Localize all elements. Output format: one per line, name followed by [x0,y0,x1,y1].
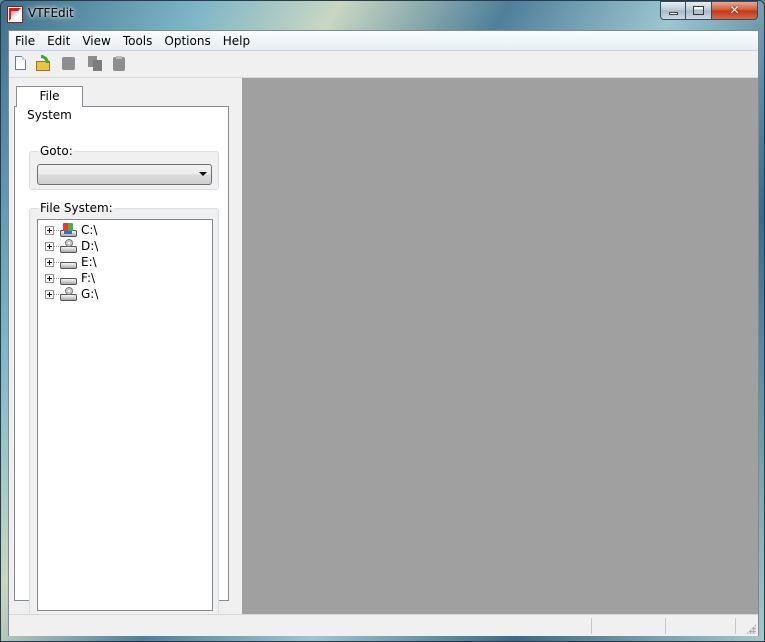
expand-icon[interactable] [45,274,54,283]
chevron-down-icon [199,172,207,176]
paste-icon[interactable] [111,55,128,73]
goto-label: Goto: [38,144,75,158]
expand-icon[interactable] [45,226,54,235]
menu-bar: File Edit View Tools Options Help [9,31,758,51]
expand-icon[interactable] [45,290,54,299]
new-icon[interactable] [13,55,30,73]
menu-view[interactable]: View [76,31,116,50]
menu-edit[interactable]: Edit [41,31,76,50]
save-icon[interactable] [60,55,77,73]
tree-item-e[interactable]: E:\ [38,254,208,270]
image-viewport[interactable] [242,78,758,614]
minimize-button[interactable] [660,1,686,20]
tree-item-label: F:\ [81,271,96,285]
window-title: VTFEdit [28,6,74,20]
goto-group: Goto: [29,144,219,190]
file-system-label: File System: [38,201,115,215]
system-drive-icon [60,223,77,238]
file-system-tree[interactable]: C:\ D:\ E:\ F:\ G:\ [37,219,213,611]
status-pane [591,618,592,634]
tree-item-g[interactable]: G:\ [38,286,208,302]
goto-dropdown[interactable] [37,164,212,185]
status-pane [735,618,736,634]
left-panel: File System Goto: File System: C:\ D:\ E… [9,78,241,618]
app-icon[interactable] [7,6,23,23]
tree-item-c[interactable]: C:\ [38,222,208,238]
copy-icon[interactable] [87,55,104,73]
menu-options[interactable]: Options [158,31,216,50]
toolbar [9,51,758,78]
maximize-button[interactable] [686,1,712,20]
menu-tools[interactable]: Tools [117,31,159,50]
optical-drive-icon [60,239,77,254]
tree-item-label: G:\ [81,287,99,301]
tree-item-label: E:\ [81,255,97,269]
drive-icon [60,255,77,270]
open-icon[interactable] [35,55,52,73]
tree-item-label: C:\ [81,223,98,237]
tree-item-d[interactable]: D:\ [38,238,208,254]
optical-drive-icon [60,287,77,302]
file-system-group: File System: C:\ D:\ E:\ F:\ G:\ [29,201,219,618]
menu-file[interactable]: File [9,31,41,50]
tab-file-system[interactable]: File System [16,86,83,122]
tree-item-f[interactable]: F:\ [38,270,208,286]
app-window: VTFEdit ✕ File Edit View Tools Options H… [0,0,765,642]
close-icon: ✕ [729,3,740,17]
caption-buttons: ✕ [660,1,758,20]
tab-page-file-system: Goto: File System: C:\ D:\ E:\ F:\ G:\ [14,106,229,618]
menu-help[interactable]: Help [217,31,256,50]
expand-icon[interactable] [45,242,54,251]
status-bar [9,614,758,636]
close-button[interactable]: ✕ [712,1,758,20]
title-bar[interactable]: VTFEdit ✕ [1,1,764,29]
client-area: File Edit View Tools Options Help File S… [8,30,759,636]
tree-item-label: D:\ [81,239,99,253]
drive-icon [60,271,77,286]
status-pane [665,618,666,634]
resize-grip-icon[interactable] [746,624,756,634]
expand-icon[interactable] [45,258,54,267]
